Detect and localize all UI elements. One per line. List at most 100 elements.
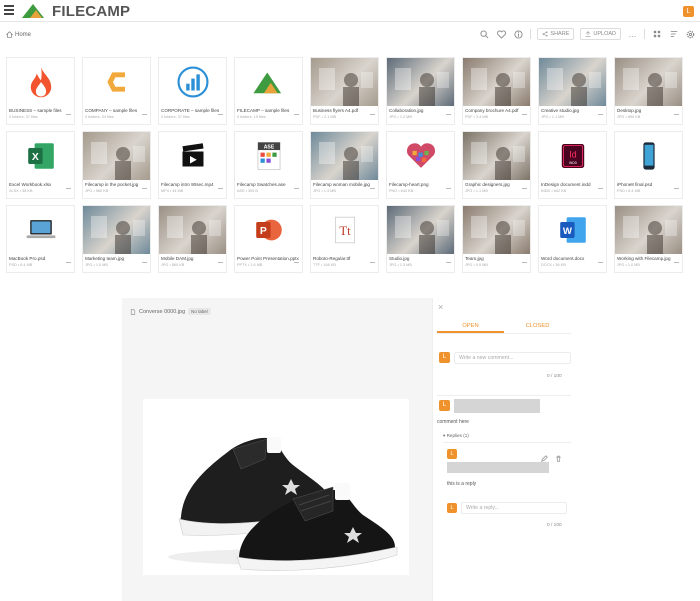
more-icon[interactable] xyxy=(218,188,223,189)
indd-icon[interactable]: Id INDD xyxy=(539,132,606,180)
file-actions[interactable] xyxy=(293,114,299,115)
file-actions[interactable] xyxy=(673,114,679,115)
thumbnail-image[interactable] xyxy=(615,206,682,254)
more-icon[interactable] xyxy=(294,262,299,263)
tab-closed[interactable]: CLOSED xyxy=(504,320,571,333)
ase-icon[interactable]: ASE xyxy=(235,132,302,180)
file-actions[interactable] xyxy=(217,262,223,263)
ppt-icon[interactable]: P xyxy=(235,206,302,254)
close-icon[interactable]: × xyxy=(438,303,443,312)
more-icon[interactable] xyxy=(66,188,71,189)
file-card[interactable]: Company brochure A4.pdf PDF • 3.4 MB xyxy=(462,57,531,125)
flame-icon[interactable] xyxy=(7,58,74,106)
thumbnail-image[interactable] xyxy=(463,206,530,254)
more-icon[interactable] xyxy=(218,114,223,115)
more-icon[interactable] xyxy=(294,188,299,189)
replies-toggle[interactable]: ▾ Replies (1) xyxy=(443,433,469,439)
thumbnail-image[interactable] xyxy=(615,58,682,106)
heart-icon[interactable] xyxy=(387,132,454,180)
thumbnail-image[interactable] xyxy=(83,132,150,180)
word-icon[interactable]: W xyxy=(539,206,606,254)
file-actions[interactable] xyxy=(597,114,603,115)
sort-icon[interactable] xyxy=(668,29,679,40)
more-icon[interactable] xyxy=(674,188,679,189)
file-card[interactable]: W Word document.docx DOCX • 36 KB xyxy=(538,205,607,273)
file-actions[interactable] xyxy=(141,262,147,263)
more-icon[interactable] xyxy=(674,114,679,115)
file-card[interactable]: COMPANY – sample files 0 folders, 34 file… xyxy=(82,57,151,125)
file-actions[interactable] xyxy=(521,188,527,189)
thumbnail-image[interactable] xyxy=(539,58,606,106)
file-card[interactable]: Desktop.jpg JPG • 890 KB xyxy=(614,57,683,125)
file-card[interactable]: BUSINESS – sample files 0 folders, 37 fil… xyxy=(6,57,75,125)
user-avatar[interactable]: L xyxy=(683,6,694,17)
more-icon[interactable] xyxy=(674,262,679,263)
more-icon[interactable] xyxy=(522,114,527,115)
file-actions[interactable] xyxy=(217,188,223,189)
heart-icon[interactable] xyxy=(496,29,507,40)
file-card[interactable]: ASE Filecamp Swatches.ase ASE • 305 B xyxy=(234,131,303,199)
search-icon[interactable] xyxy=(479,29,490,40)
file-card[interactable]: Tt Roboto-Regular.ttf TTF • 168 KB xyxy=(310,205,379,273)
file-card[interactable]: Graphic designers.jpg JPG • 1.1 MB xyxy=(462,131,531,199)
breadcrumb-home[interactable]: Home xyxy=(15,32,31,38)
settings-icon[interactable] xyxy=(685,29,696,40)
file-actions[interactable] xyxy=(369,188,375,189)
file-card[interactable]: Studio.jpg JPG • 1.3 MB xyxy=(386,205,455,273)
file-actions[interactable] xyxy=(521,262,527,263)
chart-circle-icon[interactable] xyxy=(159,58,226,106)
file-actions[interactable] xyxy=(65,262,71,263)
thumbnail-image[interactable] xyxy=(387,58,454,106)
file-card[interactable]: Business flyers A4.pdf PDF • 2.1 MB xyxy=(310,57,379,125)
file-card[interactable]: Filecamp intro 90sec.mp4 MP4 • 44 MB xyxy=(158,131,227,199)
file-actions[interactable] xyxy=(217,114,223,115)
file-card[interactable]: Team.jpg JPG • 0.9 MB xyxy=(462,205,531,273)
file-actions[interactable] xyxy=(141,114,147,115)
tab-open[interactable]: OPEN xyxy=(437,320,504,333)
file-actions[interactable] xyxy=(369,262,375,263)
file-actions[interactable] xyxy=(65,114,71,115)
file-card[interactable]: CORPORATE – sample files 0 folders, 37 fi… xyxy=(158,57,227,125)
more-icon[interactable] xyxy=(370,188,375,189)
more-icon[interactable] xyxy=(218,262,223,263)
thumbnail-image[interactable] xyxy=(159,206,226,254)
file-card[interactable]: FILECAMP – sample files 0 folders, 19 fil… xyxy=(234,57,303,125)
clapper-icon[interactable] xyxy=(159,132,226,180)
more-icon[interactable] xyxy=(598,188,603,189)
more-icon[interactable] xyxy=(598,262,603,263)
upload-button[interactable]: UPLOAD xyxy=(580,28,621,40)
excel-icon[interactable]: X xyxy=(7,132,74,180)
file-actions[interactable] xyxy=(141,188,147,189)
menu-icon[interactable] xyxy=(4,5,14,15)
file-actions[interactable] xyxy=(673,188,679,189)
more-icon[interactable] xyxy=(142,114,147,115)
file-actions[interactable] xyxy=(445,188,451,189)
file-card[interactable]: Mobile DAM.jpg JPG • 860 KB xyxy=(158,205,227,273)
delete-icon[interactable] xyxy=(555,449,562,467)
file-actions[interactable] xyxy=(445,114,451,115)
more-icon[interactable] xyxy=(66,262,71,263)
more-icon[interactable] xyxy=(142,262,147,263)
file-actions[interactable] xyxy=(445,262,451,263)
file-actions[interactable] xyxy=(293,262,299,263)
more-icon[interactable] xyxy=(522,188,527,189)
more-icon[interactable] xyxy=(446,114,451,115)
label-tag[interactable]: No label xyxy=(188,308,211,315)
file-actions[interactable] xyxy=(65,188,71,189)
phone-icon[interactable] xyxy=(615,132,682,180)
breadcrumb[interactable]: Home xyxy=(6,31,31,38)
file-card[interactable]: X Excel Workbook.xlsx XLSX • 38 KB xyxy=(6,131,75,199)
thumbnail-image[interactable] xyxy=(311,58,378,106)
file-actions[interactable] xyxy=(293,188,299,189)
thumbnail-image[interactable] xyxy=(311,132,378,180)
more-icon[interactable] xyxy=(66,114,71,115)
thumbnail-image[interactable] xyxy=(463,132,530,180)
file-actions[interactable] xyxy=(597,262,603,263)
more-icon[interactable] xyxy=(598,114,603,115)
thumbnail-image[interactable] xyxy=(387,206,454,254)
file-actions[interactable] xyxy=(597,188,603,189)
file-card[interactable]: Working with Filecamp.jpg JPG • 1.0 MB xyxy=(614,205,683,273)
more-icon[interactable] xyxy=(370,114,375,115)
more-icon[interactable] xyxy=(142,188,147,189)
share-button[interactable]: SHARE xyxy=(537,28,575,40)
